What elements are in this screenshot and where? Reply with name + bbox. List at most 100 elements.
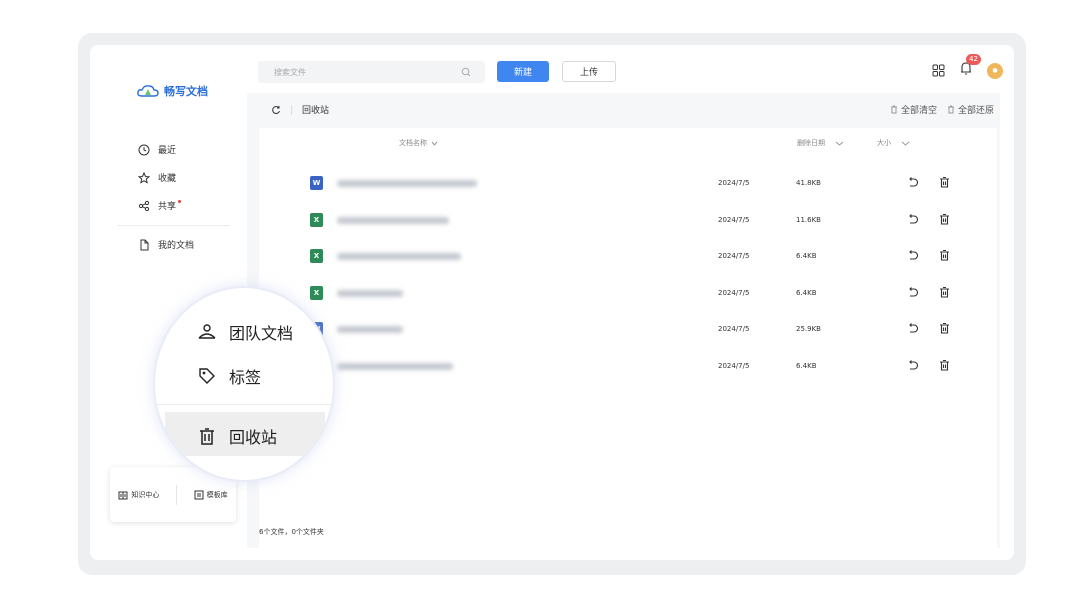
sidebar-item-shared[interactable]: 共享 [138,199,187,212]
file-size: 11.6KB [796,215,821,224]
restore-all-label: 全部还原 [957,106,994,116]
apps-grid-icon[interactable] [932,64,945,77]
search-input[interactable]: 搜索文件 [258,61,485,83]
cloud-logo-icon [137,85,159,97]
topbar: 搜索文件 新建 上传 42 ● [258,54,1003,85]
file-name-blurred[interactable] [337,326,403,334]
tag-icon [199,368,215,384]
unread-dot [178,200,182,203]
knowledge-icon [118,491,128,499]
avatar[interactable]: ● [987,62,1003,79]
delete-icon[interactable] [939,286,950,298]
chevron-down-icon [901,141,910,146]
restore-icon[interactable] [907,176,919,188]
table-row[interactable]: W2024/7/525.9KB [259,312,997,348]
deleted-date: 2024/7/5 [718,288,750,297]
search-icon [461,67,471,77]
bottom-separator [175,484,177,505]
sidebar-item-recent[interactable]: 最近 [138,143,176,156]
restore-icon[interactable] [907,359,919,371]
chevron-down-icon [431,141,438,146]
column-header-deleted-date[interactable]: 删除日期 [797,138,844,148]
column-header-label: 文档名称 [399,139,427,147]
sidebar-item-my-docs[interactable]: 我的文档 [138,238,194,251]
search-placeholder: 搜索文件 [274,67,306,77]
sidebar-item-label: 共享 [158,202,177,212]
new-button[interactable]: 新建 [497,61,549,82]
file-name-blurred[interactable] [337,289,403,297]
notification-badge: 42 [966,54,981,65]
trash-icon [947,105,954,114]
file-size: 41.8KB [796,179,821,187]
upload-button[interactable]: 上传 [562,61,616,82]
restore-icon[interactable] [907,213,919,225]
refresh-icon[interactable] [271,105,281,115]
bulk-actions: 全部清空 全部还原 [890,103,994,116]
sidebar-item-recycle-bin[interactable]: 回收站 [197,424,277,448]
restore-icon[interactable] [907,322,919,334]
breadcrumb: 回收站 [271,103,329,116]
delete-icon[interactable] [939,176,950,188]
template-library-button[interactable]: 模板库 [194,490,228,500]
file-table: 文档名称 删除日期 大小 操作 W2024/7/541.8KBX2024/7/5… [259,128,997,548]
file-name-blurred[interactable] [337,216,449,224]
knowledge-center-button[interactable]: 知识中心 [118,490,159,500]
file-size: 25.9KB [796,325,821,334]
word-file-icon: W [310,176,323,190]
deleted-date: 2024/7/5 [718,215,750,224]
sidebar-item-team-docs[interactable]: 团队文档 [197,320,293,344]
chevron-down-icon [835,141,844,146]
table-row[interactable]: W 2024/7/5 41.8KB [259,166,997,202]
notification-button[interactable]: 42 [959,54,981,80]
column-header-size[interactable]: 大小 [877,138,910,148]
table-row[interactable]: X2024/7/56.4KB [259,276,997,312]
table-row[interactable]: X 2024/7/5 11.6KB [259,203,997,239]
restore-icon[interactable] [907,249,919,261]
restore-all-button[interactable]: 全部还原 [947,103,994,116]
delete-icon[interactable] [939,322,950,334]
clear-all-label: 全部清空 [900,106,937,116]
trash-icon [890,105,897,114]
sidebar-item-label: 标签 [229,368,262,387]
excel-file-icon: X [310,249,323,264]
file-name-blurred[interactable] [337,253,461,261]
topbar-right: 42 ● [932,54,1003,80]
template-library-label: 模板库 [206,490,228,499]
app-window: 畅写文档 最近 收藏 共享 我的文档 知识中心 模板库 搜索文件 新建 上传 4… [90,45,1014,560]
delete-icon[interactable] [939,249,950,261]
share-icon [138,200,150,211]
trash-icon [200,428,214,445]
main-area: 回收站 全部清空 全部还原 文档名称 删除日期 大小 W 2024/7/5 41… [247,93,1000,548]
team-icon [198,324,216,339]
sidebar-zoom-callout: 团队文档 标签 回收站 [153,286,335,482]
file-size: 6.4KB [796,362,817,370]
table-row[interactable]: X2024/7/56.4KB [259,239,997,275]
star-icon [138,171,150,184]
restore-icon[interactable] [907,286,919,298]
knowledge-center-label: 知识中心 [131,490,160,499]
document-icon [140,239,149,250]
file-summary: 6个文件，0个文件夹 [259,528,324,536]
clock-icon [138,144,150,155]
clear-all-button[interactable]: 全部清空 [890,103,937,116]
file-name-blurred[interactable] [337,363,453,370]
sidebar-item-label: 团队文档 [229,324,294,343]
file-name-blurred[interactable] [337,180,477,187]
delete-icon[interactable] [939,213,950,225]
app-logo[interactable]: 畅写文档 [136,83,208,99]
deleted-date: 2024/7/5 [718,325,750,334]
sidebar-item-favorites[interactable]: 收藏 [138,171,176,184]
file-size: 6.4KB [796,252,817,261]
delete-icon[interactable] [939,359,950,371]
table-row[interactable]: X2024/7/56.4KB [259,349,997,385]
column-header-label: 删除日期 [797,139,825,147]
page-title: 回收站 [302,106,330,116]
sidebar-item-label: 最近 [158,146,177,156]
excel-file-icon: X [310,285,323,300]
logo-text: 畅写文档 [164,85,208,98]
breadcrumb-separator [291,104,292,115]
deleted-date: 2024/7/5 [718,362,750,370]
sidebar-item-tags[interactable]: 标签 [197,364,261,388]
column-header-name[interactable]: 文档名称 [399,138,438,148]
sidebar-item-label: 我的文档 [158,241,195,251]
